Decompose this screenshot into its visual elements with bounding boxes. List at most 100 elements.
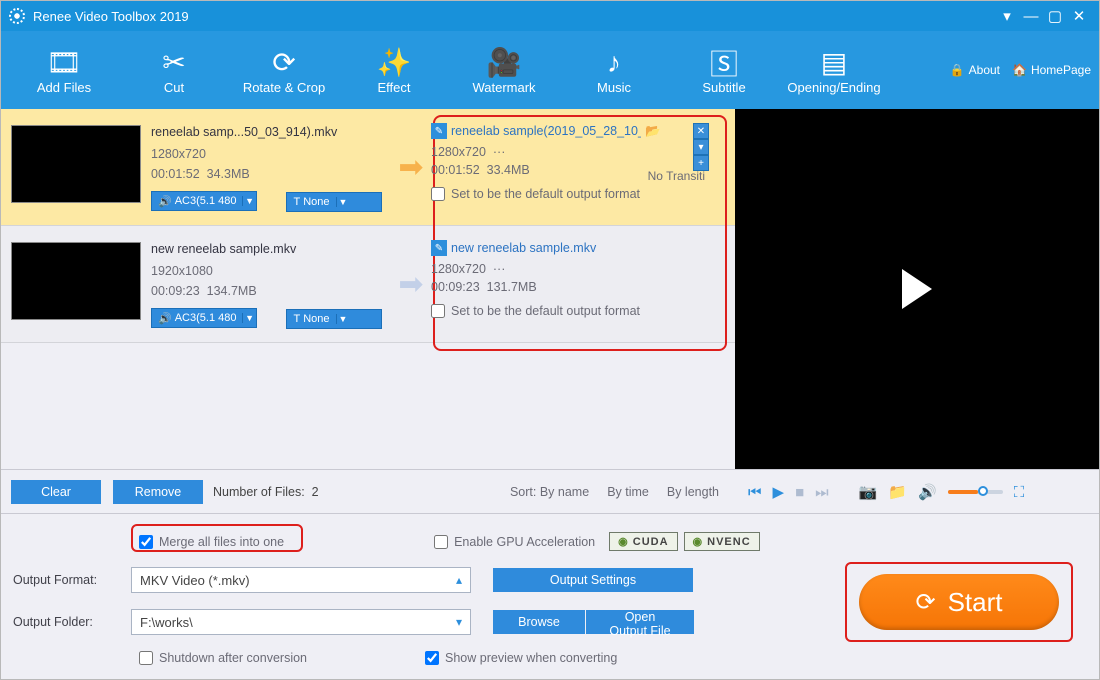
video-thumbnail xyxy=(11,125,141,203)
file-duration-size: 00:09:23 134.7MB xyxy=(151,284,385,298)
output-folder-dropdown[interactable]: F:\works\ ▾ xyxy=(131,609,471,635)
lock-icon: 🔒 xyxy=(950,63,965,77)
chevron-up-icon: ▴ xyxy=(456,573,462,587)
crop-icon: ⟳ xyxy=(272,46,295,80)
shutdown-label: Shutdown after conversion xyxy=(159,651,307,665)
subtitle-label: Subtitle xyxy=(702,80,745,95)
preview-label: Show preview when converting xyxy=(445,651,617,665)
file-count-label: Number of Files: 2 xyxy=(213,485,319,499)
window-maximize-icon[interactable]: ▢ xyxy=(1043,7,1067,25)
output-folder-label: Output Folder: xyxy=(13,615,131,629)
file-row[interactable]: new reneelab sample.mkv 1920x1080 00:09:… xyxy=(1,226,735,343)
chevron-down-icon: ▼ xyxy=(336,197,350,207)
add-files-label: Add Files xyxy=(37,80,91,95)
output-folder-value: F:\works\ xyxy=(140,615,193,630)
effect-label: Effect xyxy=(377,80,410,95)
effect-button[interactable]: ✨Effect xyxy=(339,31,449,109)
merge-checkbox[interactable]: Merge all files into one xyxy=(139,535,284,549)
audio-track-dropdown[interactable]: 🔊 AC3(5.1 480▼ xyxy=(151,191,257,211)
default-format-label: Set to be the default output format xyxy=(451,304,640,318)
video-thumbnail xyxy=(11,242,141,320)
output-format-label: Output Format: xyxy=(13,573,131,587)
shutdown-checkbox[interactable]: Shutdown after conversion xyxy=(139,651,307,665)
arrow-icon: ➡ xyxy=(391,109,431,225)
reel-icon: 🎥 xyxy=(487,46,522,80)
camera-icon[interactable]: 📷 xyxy=(859,483,878,501)
window-close-icon[interactable]: ✕ xyxy=(1067,7,1091,25)
remove-row-icon[interactable]: ✕ xyxy=(693,123,709,139)
opening-ending-button[interactable]: ▤Opening/Ending xyxy=(779,31,889,109)
browse-button[interactable]: Browse xyxy=(493,610,585,634)
fullscreen-icon[interactable]: ⛶ xyxy=(1014,484,1025,501)
folder-plus-icon[interactable]: 📂 xyxy=(645,124,661,139)
arrow-icon: ➡ xyxy=(391,226,431,342)
about-link[interactable]: 🔒 About xyxy=(950,63,1000,77)
output-duration: 00:01:52 xyxy=(431,163,480,177)
main-toolbar: 🎞Add Files ✂Cut ⟳Rotate & Crop ✨Effect 🎥… xyxy=(1,31,1099,109)
file-list: reneelab samp...50_03_914).mkv 1280x720 … xyxy=(1,109,735,469)
text-track-dropdown[interactable]: T None▼ xyxy=(286,309,382,329)
default-format-checkbox[interactable]: Set to be the default output format xyxy=(431,304,640,318)
chevron-down-icon: ▾ xyxy=(456,615,462,629)
preview-checkbox[interactable]: Show preview when converting xyxy=(425,651,617,665)
window-minimize-icon[interactable]: — xyxy=(1019,8,1043,25)
watermark-button[interactable]: 🎥Watermark xyxy=(449,31,559,109)
stop-icon[interactable]: ■ xyxy=(795,484,804,501)
gpu-label: Enable GPU Acceleration xyxy=(454,535,595,549)
next-icon[interactable]: ⏭ xyxy=(815,484,829,501)
output-format-value: MKV Video (*.mkv) xyxy=(140,573,250,588)
chevron-down-icon: ▼ xyxy=(242,313,256,323)
file-duration-size: 00:01:52 34.3MB xyxy=(151,167,385,181)
homepage-link[interactable]: 🏠 HomePage xyxy=(1012,63,1091,77)
sort-by-time[interactable]: By time xyxy=(607,485,649,499)
cut-button[interactable]: ✂Cut xyxy=(119,31,229,109)
output-format-dropdown[interactable]: MKV Video (*.mkv) ▴ xyxy=(131,567,471,593)
edit-icon[interactable]: ✎ xyxy=(431,123,447,139)
edit-icon[interactable]: ✎ xyxy=(431,240,447,256)
more-icon[interactable]: ··· xyxy=(493,145,506,159)
homepage-label: HomePage xyxy=(1031,63,1091,77)
subtitle-icon: 🅂 xyxy=(710,46,738,80)
remove-button[interactable]: Remove xyxy=(113,480,203,504)
prev-icon[interactable]: ⏮ xyxy=(748,484,762,501)
more-icon[interactable]: ··· xyxy=(493,262,506,276)
home-icon: 🏠 xyxy=(1012,63,1027,77)
video-preview[interactable] xyxy=(735,109,1099,469)
preview-controls: ⏮ ▶ ■ ⏭ 📷 📁 🔊 ⛶ xyxy=(736,470,1100,514)
output-duration: 00:09:23 xyxy=(431,280,480,294)
app-title: Renee Video Toolbox 2019 xyxy=(33,9,189,24)
menu-dropdown-icon[interactable]: ▾ xyxy=(995,7,1019,25)
default-format-checkbox[interactable]: Set to be the default output format xyxy=(431,187,640,201)
clear-button[interactable]: Clear xyxy=(11,480,101,504)
output-resolution: 1280x720 xyxy=(431,262,486,276)
file-row[interactable]: reneelab samp...50_03_914).mkv 1280x720 … xyxy=(1,109,735,226)
nvenc-badge: ◉NVENC xyxy=(684,532,760,551)
output-settings-button[interactable]: Output Settings xyxy=(493,568,693,592)
sort-by-length[interactable]: By length xyxy=(667,485,719,499)
play-icon xyxy=(902,269,932,309)
output-name: reneelab sample(2019_05_28_10_ xyxy=(451,124,641,138)
text-track-dropdown[interactable]: T None▼ xyxy=(286,192,382,212)
cuda-badge: ◉CUDA xyxy=(609,532,677,551)
volume-slider[interactable] xyxy=(948,490,1003,494)
file-name: reneelab samp...50_03_914).mkv xyxy=(151,125,385,139)
rotate-crop-button[interactable]: ⟳Rotate & Crop xyxy=(229,31,339,109)
volume-icon[interactable]: 🔊 xyxy=(918,483,937,501)
about-label: About xyxy=(969,63,1000,77)
chevron-down-icon: ▼ xyxy=(242,196,256,206)
app-logo-icon xyxy=(9,8,25,24)
add-files-button[interactable]: 🎞Add Files xyxy=(9,31,119,109)
credits-icon: ▤ xyxy=(821,46,847,80)
play-button-icon[interactable]: ▶ xyxy=(773,483,785,501)
main-area: reneelab samp...50_03_914).mkv 1280x720 … xyxy=(1,109,1099,469)
start-button[interactable]: ⟳ Start xyxy=(859,574,1059,630)
output-size: 131.7MB xyxy=(487,280,537,294)
folder-icon[interactable]: 📁 xyxy=(888,483,907,501)
subtitle-button[interactable]: 🅂Subtitle xyxy=(669,31,779,109)
music-button[interactable]: ♪Music xyxy=(559,31,669,109)
file-name: new reneelab sample.mkv xyxy=(151,242,385,256)
gpu-checkbox[interactable]: Enable GPU Acceleration xyxy=(434,535,595,549)
audio-track-dropdown[interactable]: 🔊 AC3(5.1 480▼ xyxy=(151,308,257,328)
open-output-button[interactable]: Open Output File xyxy=(586,610,694,634)
move-down-icon[interactable]: ▾ xyxy=(693,139,709,155)
